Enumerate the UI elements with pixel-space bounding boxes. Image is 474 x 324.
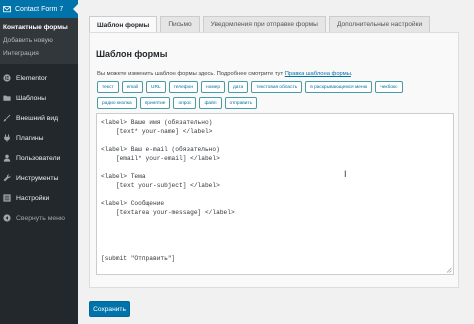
folder-icon (3, 95, 11, 101)
tag-file-button[interactable]: файл (199, 97, 222, 109)
tag-generator-row: радио кнопка принятие опрос файл отправи… (97, 97, 260, 109)
tag-quiz-button[interactable]: опрос (173, 97, 197, 109)
users-icon (3, 154, 11, 162)
form-template-help-link[interactable]: Правка шаблона формы (285, 71, 351, 77)
form-template-editor[interactable]: <label> Ваше имя (обязательно) [text* yo… (96, 113, 454, 275)
sidebar-item-settings[interactable]: Настройки (0, 188, 78, 208)
tag-number-button[interactable]: номер (201, 81, 225, 93)
submenu-item-add-new[interactable]: Добавить новую (0, 34, 78, 47)
tag-text-button[interactable]: текст (97, 81, 119, 93)
form-tabs: Шаблон формы Письмо Уведомления при отпр… (89, 16, 433, 33)
sidebar-item-label: Пользователи (16, 154, 61, 162)
collapse-menu-button[interactable]: Свернуть меню (0, 208, 78, 228)
submenu-item-integration[interactable]: Интеграция (0, 47, 78, 60)
tag-checkbox-button[interactable]: чекбокс (375, 81, 403, 93)
code-line: <label> Сообщение (101, 200, 165, 207)
code-line: [textarea your-message] </label> (101, 209, 235, 216)
sidebar-item-templates[interactable]: Шаблоны (0, 88, 78, 108)
tag-acceptance-button[interactable]: принятие (139, 97, 171, 109)
text-cursor-icon: I (344, 169, 347, 179)
sidebar-item-label: Contact Form 7 (15, 5, 64, 13)
code-line: [submit "Отправить"] (101, 255, 176, 262)
tag-textarea-button[interactable]: текстовая область (251, 81, 303, 93)
code-line: <label> Ваш e-mail (обязательно) (101, 146, 220, 153)
sidebar-item-label: Инструменты (16, 174, 59, 182)
panel-title: Шаблон формы (96, 49, 168, 59)
tag-url-button[interactable]: URL (146, 81, 166, 93)
sidebar-item-plugins[interactable]: Плагины (0, 128, 78, 148)
submenu-item-contact-forms[interactable]: Контактные формы (0, 21, 78, 34)
tag-email-button[interactable]: email (121, 81, 144, 93)
tag-radio-button[interactable]: радио кнопка (97, 97, 137, 109)
tab-additional-settings[interactable]: Дополнительные настройки (328, 16, 431, 32)
sidebar-item-label: Плагины (16, 134, 44, 142)
mail-icon (3, 6, 11, 13)
sidebar-item-contact-form-7[interactable]: Contact Form 7 (0, 0, 78, 18)
tag-tel-button[interactable]: телефон (168, 81, 199, 93)
code-line: [text your-subject] </label> (101, 182, 220, 189)
description-end: . (350, 71, 353, 77)
sidebar-item-tools[interactable]: Инструменты (0, 168, 78, 188)
code-line: [text* your-name] </label> (101, 128, 213, 135)
description-text: Вы можете изменить шаблон формы здесь. П… (97, 71, 285, 77)
plug-icon (4, 134, 10, 142)
sidebar-item-label: Elementor (16, 74, 47, 82)
form-template-panel: Шаблон формы Вы можете изменить шаблон ф… (89, 32, 459, 288)
save-button[interactable]: Сохранить (89, 301, 130, 317)
code-line: <label> Тема (101, 173, 146, 180)
elementor-icon (3, 74, 11, 82)
sidebar-menu: Elementor Шаблоны Внешний вид Плагины По… (0, 64, 78, 228)
tag-generator-row: текст email URL телефон номер дата текст… (97, 81, 406, 93)
admin-sidebar: Contact Form 7 Контактные формы Добавить… (0, 0, 78, 324)
sidebar-item-label: Настройки (16, 194, 50, 202)
panel-description: Вы можете изменить шаблон формы здесь. П… (97, 71, 353, 77)
sidebar-item-label: Внешний вид (16, 114, 59, 122)
sidebar-item-label: Шаблоны (16, 94, 47, 102)
sidebar-item-elementor[interactable]: Elementor (0, 68, 78, 88)
resize-handle-icon[interactable] (446, 267, 452, 273)
collapse-icon (3, 214, 11, 222)
tag-date-button[interactable]: дата (227, 81, 249, 93)
sidebar-item-users[interactable]: Пользователи (0, 148, 78, 168)
tab-messages[interactable]: Уведомления при отправке формы (202, 16, 326, 32)
code-line: [email* your-email] </label> (101, 155, 220, 162)
wrench-icon (3, 174, 11, 182)
brush-icon (3, 114, 11, 122)
code-line: <label> Ваше имя (обязательно) (101, 119, 213, 126)
sidebar-submenu: Контактные формы Добавить новую Интеграц… (0, 18, 78, 64)
tab-mail[interactable]: Письмо (160, 16, 200, 32)
tab-form-template[interactable]: Шаблон формы (89, 16, 158, 33)
settings-icon (3, 194, 11, 202)
current-indicator (73, 4, 78, 14)
sidebar-item-label: Свернуть меню (16, 214, 66, 222)
tag-submit-button[interactable]: отправить (224, 97, 258, 109)
tag-select-button[interactable]: в раскрывающемся меню (305, 81, 373, 93)
sidebar-item-appearance[interactable]: Внешний вид (0, 108, 78, 128)
